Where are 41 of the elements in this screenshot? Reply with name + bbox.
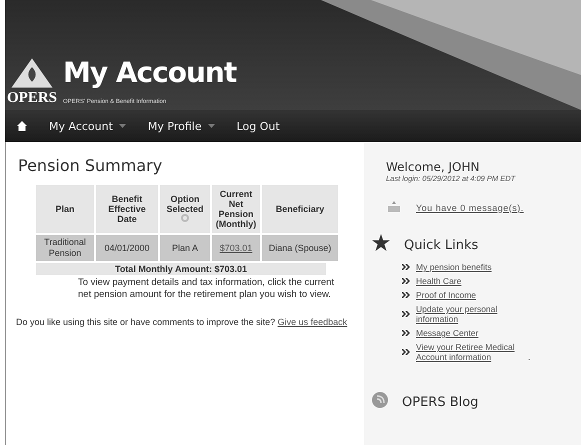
- column-header: Option Selected: [160, 185, 210, 233]
- column-header: Beneficiary: [262, 185, 338, 233]
- table-cell: Traditional Pension: [36, 235, 94, 261]
- chevron-icon: [402, 264, 410, 270]
- link-punctuation: .: [528, 352, 530, 362]
- welcome-text: Welcome, JOHN: [386, 160, 481, 174]
- feedback-link[interactable]: Give us feedback: [278, 317, 348, 327]
- chevron-icon: [402, 349, 410, 355]
- home-icon[interactable]: [17, 121, 27, 131]
- quick-link[interactable]: Message Center: [416, 328, 478, 338]
- quick-link[interactable]: View your Retiree Medical Account information: [416, 342, 528, 362]
- nav-menu-item[interactable]: Log Out: [236, 120, 280, 132]
- section-title: Quick Links: [404, 238, 478, 252]
- nav-menu-item[interactable]: My Account: [49, 120, 126, 132]
- column-header: Plan: [36, 185, 94, 233]
- chevron-icon: [402, 278, 410, 284]
- column-header: Current Net Pension (Monthly): [212, 185, 260, 233]
- quick-link[interactable]: Proof of Income: [416, 290, 476, 300]
- inbox-icon: [388, 201, 400, 212]
- section-title: OPERS Blog: [402, 395, 478, 410]
- table-cell: Diana (Spouse): [262, 235, 338, 261]
- messages-link[interactable]: You have 0 message(s).: [416, 202, 524, 212]
- chevron-icon: [402, 292, 410, 298]
- site-title: My Account: [63, 58, 236, 88]
- quick-link[interactable]: My pension benefits: [416, 262, 492, 272]
- column-header: Benefit Effective Date: [96, 185, 158, 233]
- feedback-text: Do you like using this site or have comments to improve the site? Give us feedback: [16, 317, 348, 328]
- quick-link[interactable]: Update your personal information: [416, 304, 528, 324]
- section-title: Pension Summary: [18, 156, 164, 175]
- total-amount: Total Monthly Amount: $703.01: [36, 263, 326, 275]
- table-cell: Plan A: [160, 235, 210, 261]
- quick-link[interactable]: Health Care: [416, 276, 462, 286]
- chevron-icon: [402, 311, 410, 317]
- chevron-icon: [402, 330, 410, 336]
- table-cell: 04/01/2000: [96, 235, 158, 261]
- logo-text: OPERS: [7, 90, 58, 106]
- logo-icon: [10, 56, 54, 90]
- instruction-text: To view payment details and tax information, click the current net pension amount for the retirement plan you wish to view.: [78, 277, 336, 301]
- star-icon: [372, 234, 390, 251]
- nav-menu-item[interactable]: My Profile: [148, 120, 215, 132]
- rss-icon: [372, 392, 388, 408]
